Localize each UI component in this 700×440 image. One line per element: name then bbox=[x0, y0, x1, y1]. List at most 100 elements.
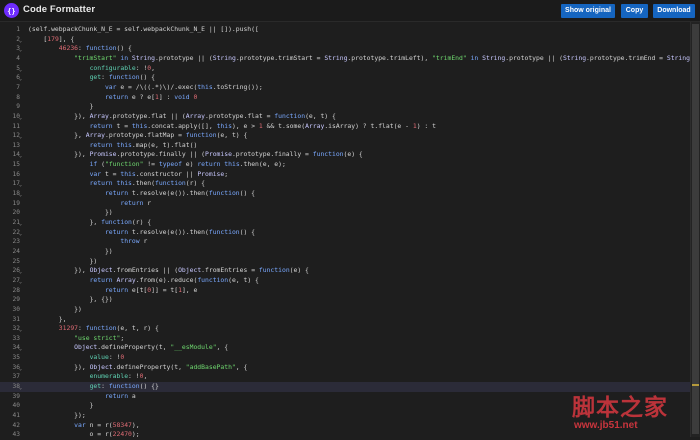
line-number: 32 bbox=[12, 325, 20, 333]
code-line[interactable]: 16 var t = this.constructor || Promise; bbox=[0, 170, 690, 180]
code-text: get: function() {} bbox=[89, 382, 159, 391]
code-text: }, function(r) { bbox=[28, 218, 152, 226]
line-number: 12 bbox=[12, 132, 20, 140]
code-text: var n = r(58347), bbox=[74, 420, 140, 429]
code-text: return Array.from(e).reduce(function(e, … bbox=[89, 275, 259, 284]
code-text: return t.resolve(e()).then(function() { bbox=[104, 189, 256, 198]
code-line[interactable]: 36 ⌄ }), Object.defineProperty(t, "addBas… bbox=[0, 363, 690, 373]
code-text: return e[t[0]] = t[1], e bbox=[104, 285, 198, 294]
code-line[interactable]: 30 }) bbox=[0, 305, 690, 315]
code-line[interactable]: 1 (self.webpackChunk_N_E = self.webpackCh… bbox=[0, 25, 690, 35]
code-text: "trimStart" in String.prototype || (Stri… bbox=[74, 53, 700, 62]
code-line[interactable]: 37 enumerable: !0, bbox=[0, 372, 690, 382]
code-text: }, Array.prototype.flatMap = function(e,… bbox=[28, 131, 248, 140]
code-text: [179], { bbox=[28, 34, 75, 43]
line-number: 34 bbox=[12, 344, 20, 352]
line-number: 2 bbox=[16, 35, 20, 43]
app-title: Code Formatter bbox=[23, 4, 96, 15]
download-button[interactable]: Download bbox=[653, 4, 695, 18]
code-text: }) bbox=[28, 208, 113, 217]
line-number: 27 bbox=[12, 276, 20, 284]
code-line[interactable]: 5 ⌄ configurable: !0, bbox=[0, 64, 690, 74]
code-line[interactable]: 24 }) bbox=[0, 247, 690, 257]
line-number: 37 bbox=[12, 373, 20, 381]
scrollbar-cursor-marker bbox=[692, 384, 699, 386]
code-line[interactable]: 34 ⌄ Object.defineProperty(t, "__esModule… bbox=[0, 343, 690, 353]
code-line[interactable]: 29 }, {}) bbox=[0, 295, 690, 305]
line-number: 13 bbox=[12, 141, 20, 149]
code-text: 31297: function(e, t, r) { bbox=[58, 324, 159, 333]
code-line[interactable]: 8 return e ? e[1] : void 0 bbox=[0, 93, 690, 103]
scrollbar-thumb[interactable] bbox=[692, 24, 699, 434]
code-text: o = r(22470); bbox=[28, 430, 140, 439]
svg-text:{}: {} bbox=[7, 8, 15, 16]
code-line[interactable]: 26 ⌄ }), Object.fromEntries || (Object.fr… bbox=[0, 266, 690, 276]
line-number: 8 bbox=[16, 93, 20, 101]
line-number: 6 bbox=[16, 74, 20, 82]
line-number: 17 bbox=[12, 180, 20, 188]
code-text: (self.webpackChunk_N_E = self.webpackChu… bbox=[28, 25, 259, 33]
code-line[interactable]: 23 throw r bbox=[0, 237, 690, 247]
line-number: 15 bbox=[12, 161, 20, 169]
code-text: if ("function" != typeof e) return this.… bbox=[89, 160, 286, 169]
code-text: }), Promise.prototype.finally || (Promis… bbox=[28, 150, 363, 159]
code-text: throw r bbox=[120, 237, 148, 246]
line-number: 30 bbox=[12, 305, 20, 313]
line-number: 28 bbox=[12, 286, 20, 294]
code-line[interactable]: 3 ⌄ 46236: function() { bbox=[0, 44, 690, 54]
code-line[interactable]: 4 "trimStart" in String.prototype || (St… bbox=[0, 54, 700, 64]
code-text: configurable: !0, bbox=[89, 63, 155, 72]
code-text: enumerable: !0, bbox=[89, 372, 148, 381]
top-bar: {} Code Formatter Show original Copy Dow… bbox=[0, 0, 700, 22]
code-line[interactable]: 22 ⌄ return t.resolve(e()).then(function(… bbox=[0, 228, 690, 238]
line-number: 40 bbox=[12, 402, 20, 410]
code-line[interactable]: 10 ⌄ }), Array.prototype.flat || (Array.p… bbox=[0, 112, 690, 122]
code-line[interactable]: 14 ⌄ }), Promise.prototype.finally || (Pr… bbox=[0, 150, 690, 160]
line-number: 24 bbox=[12, 247, 20, 255]
code-line[interactable]: 11 return t = this.concat.apply([], this… bbox=[0, 122, 690, 132]
code-line[interactable]: 35 value: !0 bbox=[0, 353, 690, 363]
code-line[interactable]: 28 return e[t[0]] = t[1], e bbox=[0, 286, 690, 296]
line-number: 31 bbox=[12, 315, 20, 323]
watermark-title: 脚本之家 bbox=[572, 394, 668, 421]
code-line[interactable]: 15 if ("function" != typeof e) return th… bbox=[0, 160, 690, 170]
code-text: return r bbox=[120, 198, 152, 207]
code-line[interactable]: 7 var e = /\((.*)\)/.exec(this.toString(… bbox=[0, 83, 690, 93]
code-line[interactable]: 27 ⌄ return Array.from(e).reduce(function… bbox=[0, 276, 690, 286]
code-text: return e ? e[1] : void 0 bbox=[104, 92, 198, 101]
code-line[interactable]: 32 ⌄ 31297: function(e, t, r) { bbox=[0, 324, 690, 334]
code-line[interactable]: 31 }, bbox=[0, 315, 690, 325]
copy-button[interactable]: Copy bbox=[621, 4, 648, 18]
watermark: 脚本之家 www.jb51.net bbox=[568, 388, 690, 434]
show-original-button[interactable]: Show original bbox=[561, 4, 615, 18]
code-line[interactable]: 9 } bbox=[0, 102, 690, 112]
code-text: }), Array.prototype.flat || (Array.proto… bbox=[28, 111, 336, 120]
line-number: 39 bbox=[12, 392, 20, 400]
code-text: Object.defineProperty(t, "__esModule", { bbox=[74, 343, 229, 352]
code-line[interactable]: 19 return r bbox=[0, 199, 690, 209]
code-text: } bbox=[28, 401, 94, 410]
code-text: }) bbox=[28, 256, 98, 265]
code-text: return t = this.concat.apply([], this), … bbox=[89, 121, 436, 130]
code-line[interactable]: 13 return this.map(e, t).flat() bbox=[0, 141, 690, 151]
code-line[interactable]: 21 ⌄ }, function(r) { bbox=[0, 218, 690, 228]
code-text: return a bbox=[104, 391, 136, 400]
code-line[interactable]: 25 }) bbox=[0, 257, 690, 267]
vertical-scrollbar[interactable] bbox=[690, 22, 700, 437]
code-editor[interactable]: 1 (self.webpackChunk_N_E = self.webpackCh… bbox=[0, 22, 700, 439]
line-number: 9 bbox=[16, 103, 20, 111]
code-line[interactable]: 18 ⌄ return t.resolve(e()).then(function(… bbox=[0, 189, 690, 199]
code-line[interactable]: 20 }) bbox=[0, 208, 690, 218]
line-number: 35 bbox=[12, 354, 20, 362]
code-text: var e = /\((.*)\)/.exec(this.toString())… bbox=[104, 82, 263, 91]
code-text: }); bbox=[28, 411, 86, 419]
code-line[interactable]: 33 "use strict"; bbox=[0, 334, 690, 344]
code-text: } bbox=[28, 102, 94, 111]
code-text: }), Object.defineProperty(t, "addBasePat… bbox=[28, 362, 248, 371]
code-line[interactable]: 17 ⌄ return this.then(function(r) { bbox=[0, 179, 690, 189]
code-text: return this.then(function(r) { bbox=[89, 179, 206, 188]
code-line[interactable]: 2 ⌄ [179], { bbox=[0, 35, 690, 45]
code-line[interactable]: 6 ⌄ get: function() { bbox=[0, 73, 690, 83]
code-line[interactable]: 12 ⌄ }, Array.prototype.flatMap = functio… bbox=[0, 131, 690, 141]
watermark-url: www.jb51.net bbox=[574, 420, 638, 431]
